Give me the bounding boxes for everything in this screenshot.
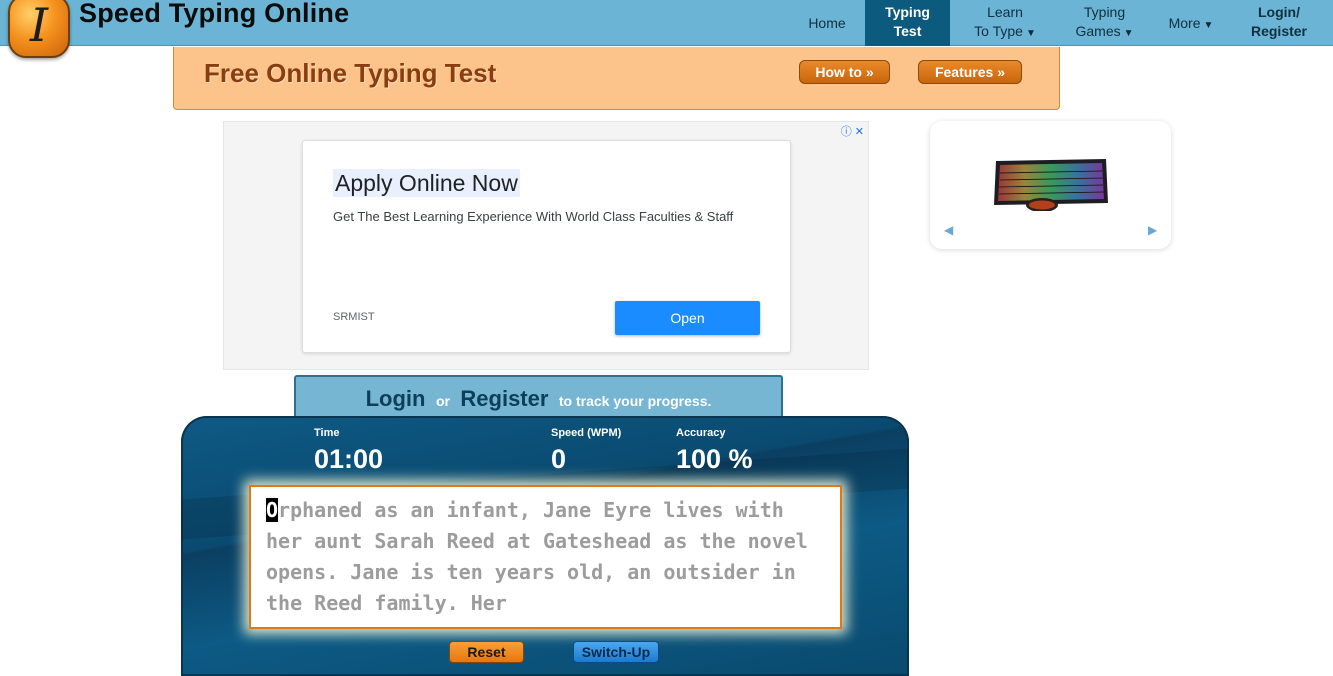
register-link[interactable]: Register <box>460 386 548 411</box>
login-register-bar: Login or Register to track your progress… <box>294 375 783 419</box>
nav-home[interactable]: Home <box>796 0 858 46</box>
gaming-keyboard-icon[interactable] <box>992 155 1110 211</box>
nav-more-label: More <box>1168 15 1201 31</box>
accuracy-value: 100 % <box>676 444 753 474</box>
site-title[interactable]: Speed Typing Online <box>79 0 349 29</box>
typing-test-panel: Time 01:00 Speed (WPM) 0 Accuracy 100 % … <box>181 416 909 676</box>
nav-typing-test-line2: Test <box>893 23 922 39</box>
ad-description: Get The Best Learning Experience With Wo… <box>333 209 734 224</box>
typing-text-box[interactable]: Orphaned as an infant, Jane Eyre lives w… <box>249 485 842 629</box>
page-header-banner: Free Online Typing Test How to » Feature… <box>173 47 1060 110</box>
top-nav: I Speed Typing Online Home Typing Test L… <box>0 0 1333 58</box>
nav-login-line1: Login/ <box>1258 4 1300 20</box>
typing-cursor: O <box>266 498 279 522</box>
carousel-prev-icon[interactable]: ◀ <box>944 223 953 237</box>
nav-typing-games[interactable]: Typing Games ▼ <box>1067 0 1142 46</box>
nav-typing-test-line1: Typing <box>885 4 930 20</box>
product-carousel: ◀ ▶ <box>930 121 1171 249</box>
ad-open-button[interactable]: Open <box>615 301 760 335</box>
nav-games-line1: Typing <box>1083 4 1126 20</box>
logo-icon[interactable]: I <box>8 0 70 58</box>
login-link[interactable]: Login <box>366 386 426 411</box>
carousel-next-icon[interactable]: ▶ <box>1148 223 1157 237</box>
features-button[interactable]: Features » <box>918 60 1022 84</box>
ad-container: ⓘ ✕ Apply Online Now Get The Best Learni… <box>223 121 869 370</box>
ad-sponsor: SRMIST <box>333 311 375 323</box>
login-or-text: or <box>435 393 450 409</box>
chevron-down-icon: ▼ <box>1123 28 1134 39</box>
ad-choices-icon[interactable]: ⓘ ✕ <box>841 123 864 139</box>
chevron-down-icon: ▼ <box>1203 20 1214 31</box>
chevron-down-icon: ▼ <box>1025 28 1036 39</box>
speed-label: Speed (WPM) <box>551 427 622 439</box>
nav-login-line2: Register <box>1250 23 1308 39</box>
nav-learn-line1: Learn <box>987 4 1023 20</box>
ad-title[interactable]: Apply Online Now <box>333 169 520 197</box>
nav-learn-line2: To Type <box>974 23 1023 39</box>
how-to-button[interactable]: How to » <box>799 60 890 84</box>
page-title: Free Online Typing Test <box>204 58 497 88</box>
time-value: 01:00 <box>314 444 384 474</box>
nav-login-register[interactable]: Login/ Register <box>1240 0 1318 46</box>
ad-card[interactable]: Apply Online Now Get The Best Learning E… <box>302 140 791 353</box>
time-label: Time <box>314 427 340 439</box>
typing-passage: rphaned as an infant, Jane Eyre lives wi… <box>266 498 820 615</box>
logo-letter: I <box>29 0 49 52</box>
nav-typing-test[interactable]: Typing Test <box>865 0 950 46</box>
accuracy-label: Accuracy <box>676 427 726 439</box>
nav-more[interactable]: More ▼ <box>1160 0 1222 46</box>
nav-learn-to-type[interactable]: Learn To Type ▼ <box>965 0 1045 46</box>
login-bar-suffix: to track your progress. <box>558 393 712 409</box>
nav-games-line2: Games <box>1075 23 1121 39</box>
typing-text: Orphaned as an infant, Jane Eyre lives w… <box>266 495 831 619</box>
speed-value: 0 <box>551 444 567 474</box>
